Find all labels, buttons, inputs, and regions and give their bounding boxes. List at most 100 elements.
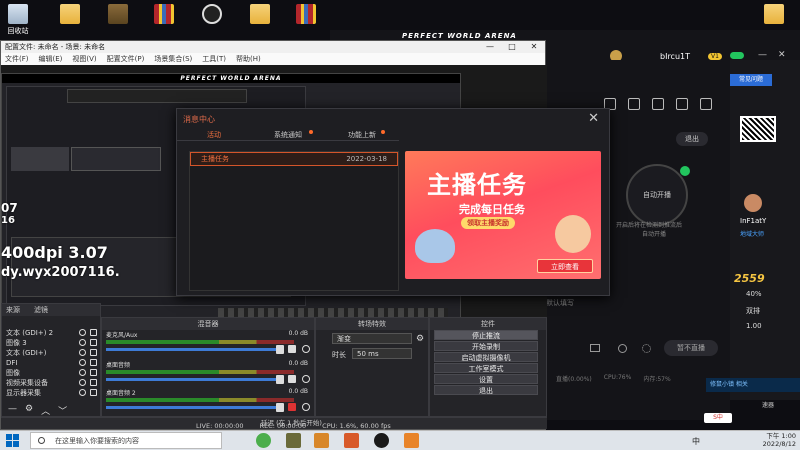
volume-slider[interactable]: [106, 348, 276, 351]
lock-icon[interactable]: [90, 389, 97, 396]
view-now-button[interactable]: 立即查看: [537, 259, 593, 273]
eye-icon[interactable]: [618, 344, 627, 353]
studio-mode-button[interactable]: 工作室模式: [434, 363, 538, 373]
virtual-camera-button[interactable]: 启动虚拟摄像机: [434, 352, 538, 362]
eye-icon[interactable]: [79, 359, 86, 366]
taskbar-search-input[interactable]: 在这里输入你要搜索的内容: [30, 432, 222, 449]
close-icon[interactable]: ✕: [778, 50, 786, 60]
volume-slider[interactable]: [106, 406, 276, 409]
list-item[interactable]: 文本 (GDI+) 2: [2, 328, 100, 338]
remove-icon[interactable]: —: [8, 404, 17, 417]
streaming-app-icon[interactable]: [404, 433, 419, 448]
chevron-up-icon[interactable]: ︿: [41, 404, 50, 417]
app-icon[interactable]: [344, 433, 359, 448]
lock-icon[interactable]: [90, 339, 97, 346]
speaker-icon[interactable]: [288, 375, 296, 383]
maximize-icon[interactable]: □: [501, 41, 523, 53]
winrar-icon[interactable]: [292, 4, 320, 26]
settings-icon[interactable]: [642, 344, 651, 353]
lock-icon[interactable]: [90, 379, 97, 386]
menu-file[interactable]: 文件(F): [5, 53, 29, 65]
bag-icon[interactable]: [676, 98, 688, 110]
duration-input[interactable]: 50 ms: [352, 348, 412, 359]
obs-taskbar-icon[interactable]: [374, 433, 389, 448]
transition-select[interactable]: 渐变: [332, 333, 412, 344]
lock-icon[interactable]: [90, 329, 97, 336]
gear-icon[interactable]: ⚙: [416, 334, 424, 344]
folder-icon[interactable]: [760, 4, 788, 26]
app-icon[interactable]: [286, 433, 301, 448]
menu-scene-collection[interactable]: 场景集合(S): [154, 53, 192, 65]
share-icon[interactable]: [700, 98, 712, 110]
slider-handle[interactable]: [276, 375, 284, 384]
gift-icon[interactable]: [652, 98, 664, 110]
gear-icon[interactable]: [302, 345, 310, 353]
winrar-icon[interactable]: [150, 4, 178, 26]
folder-icon[interactable]: [56, 4, 84, 26]
slider-handle[interactable]: [276, 345, 284, 354]
lock-icon[interactable]: [90, 349, 97, 356]
menu-tools[interactable]: 工具(T): [202, 53, 226, 65]
tab-activity[interactable]: 活动: [177, 129, 251, 140]
ime-widget[interactable]: S中: [704, 413, 732, 423]
windows-start-icon[interactable]: [6, 434, 19, 447]
list-item[interactable]: 图像 3: [2, 338, 100, 348]
eye-icon[interactable]: [79, 389, 86, 396]
tab-system[interactable]: 系统通知: [251, 129, 325, 140]
menu-help[interactable]: 帮助(H): [236, 53, 261, 65]
eye-icon[interactable]: [79, 369, 86, 376]
list-item[interactable]: 视频采集设备: [2, 378, 100, 388]
list-item[interactable]: 显示器采集: [2, 388, 100, 398]
stop-live-button[interactable]: 暂不直播: [664, 340, 718, 356]
gear-icon[interactable]: [302, 375, 310, 383]
menu-view[interactable]: 视图(V): [72, 53, 96, 65]
eye-icon[interactable]: [79, 329, 86, 336]
speaker-muted-icon[interactable]: [288, 403, 296, 411]
system-clock[interactable]: 下午 1:00 2022/8/12: [763, 432, 796, 448]
stop-streaming-button[interactable]: 停止推流: [434, 330, 538, 340]
close-icon[interactable]: ✕: [588, 111, 599, 126]
slider-handle[interactable]: [276, 403, 284, 412]
start-recording-button[interactable]: 开始录制: [434, 341, 538, 351]
chevron-down-icon[interactable]: ﹀: [58, 404, 67, 417]
book-icon[interactable]: [104, 4, 132, 26]
eye-icon[interactable]: [79, 349, 86, 356]
footer-link[interactable]: 修鼠小镇 相关: [706, 378, 800, 392]
faq-tab[interactable]: 常见问题: [730, 74, 772, 86]
folder-icon[interactable]: [246, 4, 274, 26]
tab-filters[interactable]: 滤镜: [34, 304, 48, 316]
minimize-icon[interactable]: —: [758, 50, 767, 60]
tab-sources[interactable]: 来源: [6, 304, 20, 316]
close-icon[interactable]: ✕: [523, 41, 545, 53]
screen-icon[interactable]: [590, 344, 600, 352]
wechat-icon[interactable]: [256, 433, 271, 448]
list-item[interactable]: 文本 (GDI+): [2, 348, 100, 358]
exit-button[interactable]: 退出: [434, 385, 538, 395]
recycle-bin-icon[interactable]: 回收站: [4, 4, 32, 36]
lock-icon[interactable]: [90, 359, 97, 366]
speaker-icon[interactable]: [288, 345, 296, 353]
duration-label: 时长: [332, 351, 346, 359]
menu-edit[interactable]: 编辑(E): [39, 53, 63, 65]
auto-start-button[interactable]: 自动开播: [626, 164, 688, 226]
eye-icon[interactable]: [79, 339, 86, 346]
lang-indicator[interactable]: 中: [692, 436, 700, 447]
gear-icon[interactable]: ⚙: [25, 404, 33, 417]
promo-banner[interactable]: 主播任务 完成每日任务 领取主播奖励 立即查看: [405, 151, 601, 279]
exit-button[interactable]: 退出: [676, 132, 708, 146]
minimize-icon[interactable]: —: [479, 41, 501, 53]
volume-slider[interactable]: [106, 378, 276, 381]
eye-icon[interactable]: [79, 379, 86, 386]
menu-profile[interactable]: 配置文件(P): [107, 53, 145, 65]
settings-button[interactable]: 设置: [434, 374, 538, 384]
lock-icon[interactable]: [628, 98, 640, 110]
tab-features[interactable]: 功能上新: [325, 129, 399, 140]
obs-icon[interactable]: [198, 4, 226, 26]
list-item[interactable]: 主播任务 2022-03-18: [190, 152, 398, 166]
csgo-icon[interactable]: [314, 433, 329, 448]
toggle-switch[interactable]: [730, 52, 744, 59]
list-item[interactable]: 图像: [2, 368, 100, 378]
list-item[interactable]: DFI: [2, 358, 100, 368]
lock-icon[interactable]: [90, 369, 97, 376]
gear-icon[interactable]: [302, 403, 310, 411]
